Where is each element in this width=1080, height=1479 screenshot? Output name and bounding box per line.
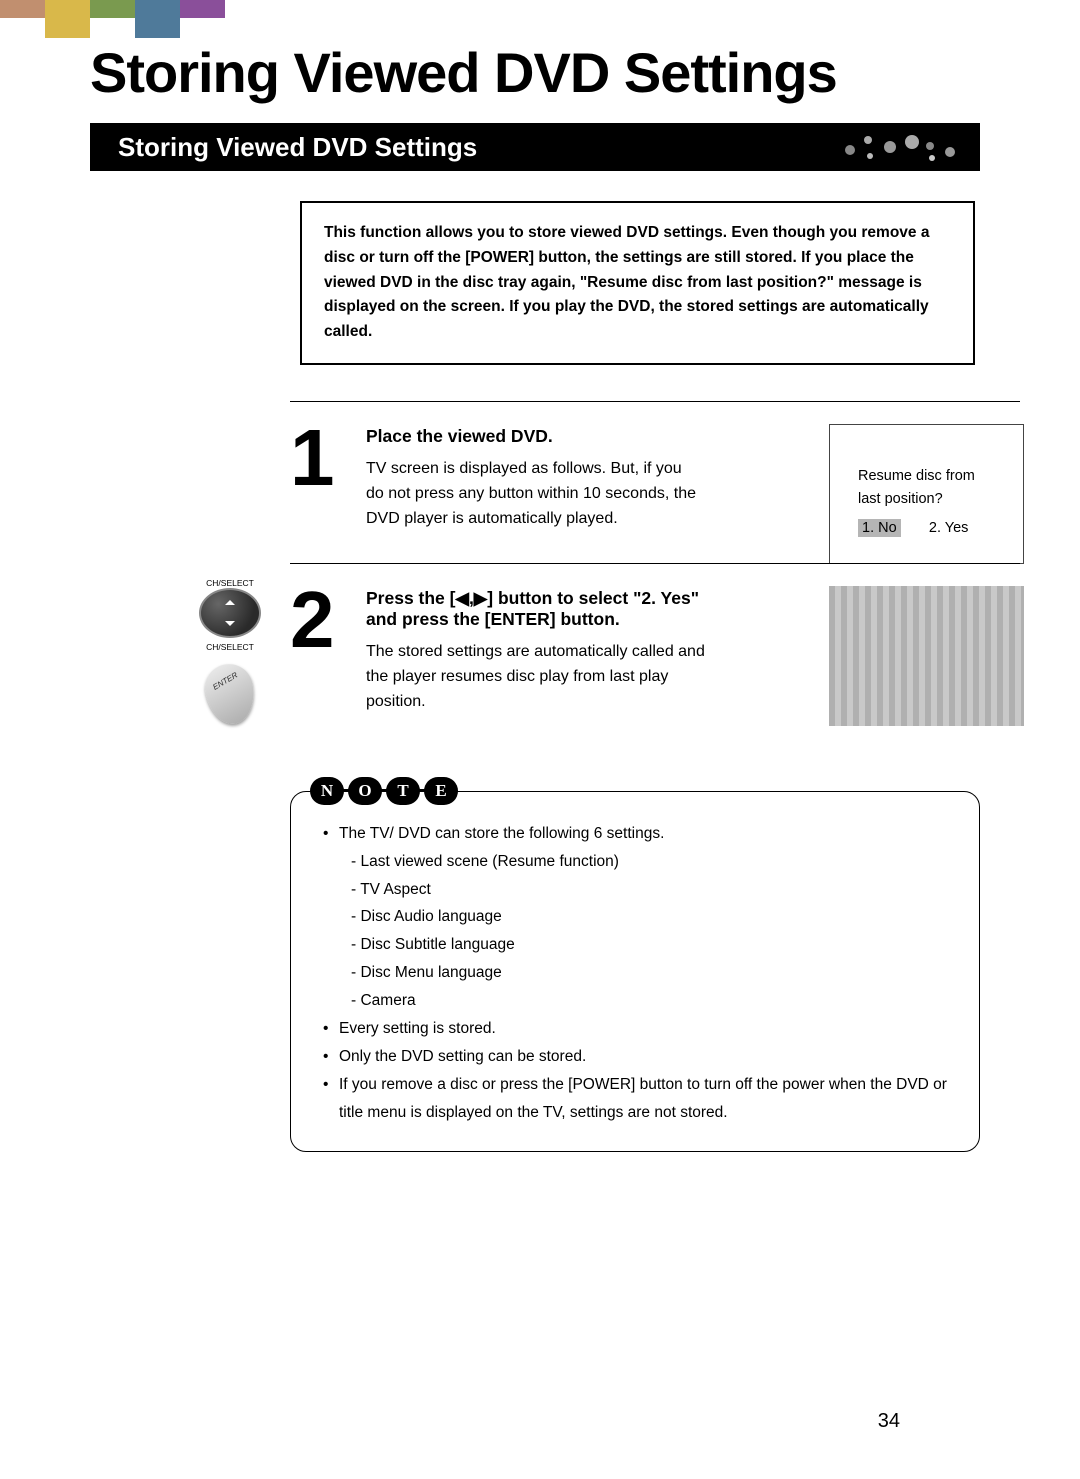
note-letter: O bbox=[348, 777, 382, 805]
dialog-option-yes: 2. Yes bbox=[929, 520, 969, 536]
note-subitem: - Disc Audio language bbox=[321, 903, 949, 931]
note-letter: E bbox=[424, 777, 458, 805]
dialog-line1: Resume disc from bbox=[858, 465, 1005, 488]
tv-resume-dialog: Resume disc from last position? 1. No 2.… bbox=[829, 424, 1024, 564]
note-subitem: - Last viewed scene (Resume function) bbox=[321, 848, 949, 876]
note-box: The TV/ DVD can store the following 6 se… bbox=[290, 791, 980, 1152]
page-number: 34 bbox=[878, 1410, 900, 1433]
enter-button-icon bbox=[201, 661, 259, 728]
note-subitem: - Disc Menu language bbox=[321, 959, 949, 987]
step-body-text: TV screen is displayed as follows. But, … bbox=[366, 457, 696, 531]
note-subitem: - TV Aspect bbox=[321, 876, 949, 904]
note-item: If you remove a disc or press the [POWER… bbox=[321, 1071, 949, 1127]
step-number: 1 bbox=[290, 426, 350, 531]
ch-select-label-top: CH/SELECT bbox=[190, 578, 270, 588]
step-body-text: The stored settings are automatically ca… bbox=[366, 640, 706, 714]
intro-text: This function allows you to store viewed… bbox=[300, 201, 975, 365]
decorative-dots-icon bbox=[840, 132, 960, 162]
note-heading: N O T E bbox=[310, 777, 980, 805]
ch-select-button-icon bbox=[199, 588, 261, 638]
section-header: Storing Viewed DVD Settings bbox=[90, 123, 980, 171]
header-color-tabs bbox=[0, 0, 225, 38]
note-subitem: - Camera bbox=[321, 987, 949, 1015]
step-title: Press the [◀,▶] button to select "2. Yes… bbox=[366, 588, 716, 630]
dialog-option-no: 1. No bbox=[858, 519, 901, 537]
ch-select-label-bottom: CH/SELECT bbox=[190, 642, 270, 652]
note-item: Every setting is stored. bbox=[321, 1015, 949, 1043]
page-title: Storing Viewed DVD Settings bbox=[90, 40, 1020, 105]
note-letter: T bbox=[386, 777, 420, 805]
step-number: 2 bbox=[290, 588, 350, 714]
remote-control-icons: CH/SELECT CH/SELECT bbox=[190, 578, 270, 724]
tv-screenshot-placeholder bbox=[829, 586, 1024, 726]
note-item: Only the DVD setting can be stored. bbox=[321, 1043, 949, 1071]
note-subitem: - Disc Subtitle language bbox=[321, 931, 949, 959]
dialog-line2: last position? bbox=[858, 488, 1005, 511]
note-letter: N bbox=[310, 777, 344, 805]
note-item: The TV/ DVD can store the following 6 se… bbox=[321, 820, 949, 848]
step-2: CH/SELECT CH/SELECT 2 Press the [◀,▶] bu… bbox=[290, 563, 1020, 746]
note-section: N O T E The TV/ DVD can store the follow… bbox=[290, 777, 980, 1152]
step-1: 1 Place the viewed DVD. TV screen is dis… bbox=[290, 401, 1020, 563]
section-title: Storing Viewed DVD Settings bbox=[118, 132, 477, 163]
